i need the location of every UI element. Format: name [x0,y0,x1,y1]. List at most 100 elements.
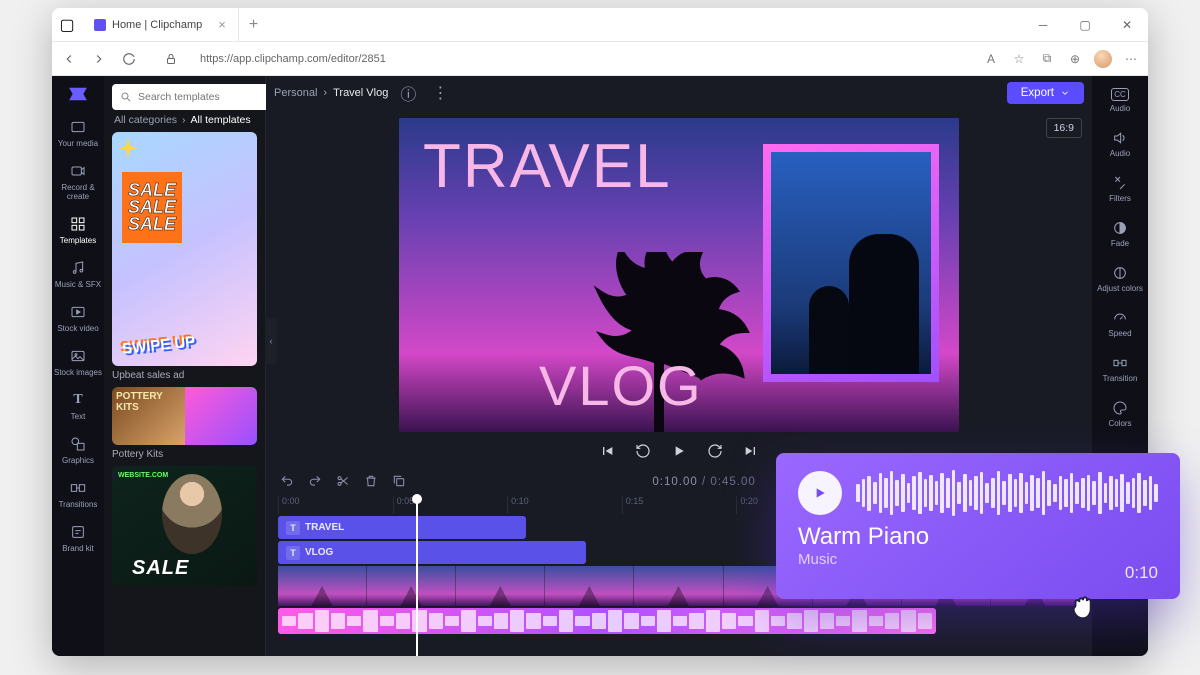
tab-close-icon[interactable]: × [218,17,226,32]
favicon-icon [94,19,106,31]
window-controls: ─ ▢ ✕ [1022,8,1148,42]
search-icon [120,91,132,103]
rail-music[interactable]: Music & SFX [52,253,104,295]
text-clip-travel[interactable]: TTRAVEL [278,516,526,539]
rail-brand-kit[interactable]: Brand kit [52,517,104,559]
music-title: Warm Piano [798,525,1158,549]
undo-button[interactable] [280,474,294,488]
search-templates[interactable] [112,84,281,110]
lock-icon [162,50,180,68]
maximize-button[interactable]: ▢ [1064,8,1106,42]
preview-canvas[interactable]: TRAVEL VLOG [399,118,959,432]
colors-icon [1112,400,1128,416]
collapse-panel-button[interactable]: ‹ [265,318,277,364]
profile-avatar[interactable] [1094,50,1112,68]
forward-button[interactable] [706,442,724,460]
rail-transitions[interactable]: Transitions [52,473,104,515]
text-clip-vlog[interactable]: TVLOG [278,541,586,564]
refresh-button[interactable] [120,50,138,68]
tab-title: Home | Clipchamp [112,19,202,31]
rail-graphics[interactable]: Graphics [52,429,104,471]
project-more-icon[interactable]: ⋮ [428,79,452,107]
new-tab-button[interactable]: + [239,16,268,34]
split-button[interactable] [336,474,350,488]
rail-stock-images[interactable]: Stock images [52,341,104,383]
audio-track[interactable] [278,608,936,634]
rail-audio[interactable]: Audio [1092,124,1148,164]
playback-controls [598,432,760,466]
rail-filters[interactable]: Filters [1092,169,1148,209]
sparkle-icon [118,138,138,158]
canvas-title-1: TRAVEL [423,136,672,198]
minimize-button[interactable]: ─ [1022,8,1064,42]
rail-templates[interactable]: Templates [52,209,104,251]
preview-area: TRAVEL VLOG [266,110,1092,466]
rail-colors[interactable]: Colors [1092,394,1148,434]
template-card-sales[interactable]: SALESALESALE SWIPE UP Upbeat sales ad [112,132,257,381]
more-menu-icon[interactable]: ⋯ [1122,50,1140,68]
rail-speed[interactable]: Speed [1092,304,1148,344]
read-aloud-icon[interactable]: A [982,50,1000,68]
rail-record[interactable]: Record & create [52,156,104,207]
canvas-inset-photo [763,144,939,382]
browser-address-bar: https://app.clipchamp.com/editor/2851 A … [52,42,1148,76]
favorites-icon[interactable]: ☆ [1010,50,1028,68]
rewind-button[interactable] [634,442,652,460]
search-input[interactable] [138,91,273,103]
time-display: 0:10.00 / 0:45.00 [652,474,755,488]
audio-icon [1112,130,1128,146]
app-logo[interactable] [52,82,104,110]
collections-icon[interactable]: ⧉ [1038,50,1056,68]
template-card-pottery[interactable]: Pottery Kits [112,387,257,460]
stockimages-icon [69,347,87,365]
panel-breadcrumb[interactable]: All categories›All templates [104,114,265,132]
project-breadcrumb[interactable]: Personal›Travel Vlog [274,87,388,99]
rail-fade[interactable]: Fade [1092,214,1148,254]
play-button[interactable] [670,442,688,460]
rail-your-media[interactable]: Your media [52,112,104,154]
template-card-sale[interactable]: WEBSITE.COM SALE [112,466,257,586]
grab-cursor-icon [1066,585,1104,623]
adjust-icon [1112,265,1128,281]
filters-icon [1112,175,1128,191]
rail-text[interactable]: TText [52,385,104,427]
url-display[interactable]: https://app.clipchamp.com/editor/2851 [192,53,966,65]
redo-button[interactable] [308,474,322,488]
music-clip-card[interactable]: Warm Piano Music 0:10 [776,453,1180,599]
rail-stock-video[interactable]: Stock video [52,297,104,339]
export-button[interactable]: Export [1007,82,1084,104]
music-waveform [856,471,1158,515]
skip-end-button[interactable] [742,442,760,460]
rail-cc[interactable]: CCAudio [1092,82,1148,119]
music-subtitle: Music [798,551,1158,568]
delete-button[interactable] [364,474,378,488]
rail-transition[interactable]: Transition [1092,349,1148,389]
rail-adjust-colors[interactable]: Adjust colors [1092,259,1148,299]
media-icon [69,118,87,136]
back-button[interactable] [60,50,78,68]
project-info-icon[interactable]: ⓘ [396,77,420,109]
duplicate-button[interactable] [392,474,406,488]
browser-titlebar: ▢ Home | Clipchamp × + ─ ▢ ✕ [52,8,1148,42]
text-icon: T [69,391,87,409]
left-rail: Your media Record & create Templates Mus… [52,76,104,656]
tab-overview-icon[interactable]: ▢ [52,15,82,35]
music-play-button[interactable] [798,471,842,515]
editor-topbar: Personal›Travel Vlog ⓘ ⋮ Export [266,76,1092,110]
transitions-icon [69,479,87,497]
templates-panel: All categories›All templates SALESALESAL… [104,76,266,656]
skip-start-button[interactable] [598,442,616,460]
playhead[interactable] [416,496,418,656]
chevron-down-icon [1060,88,1070,98]
canvas-title-2: VLOG [539,358,703,414]
graphics-icon [69,435,87,453]
extensions-icon[interactable]: ⊕ [1066,50,1084,68]
transition-icon [1112,355,1128,371]
templates-icon [69,215,87,233]
forward-button[interactable] [90,50,108,68]
browser-tab[interactable]: Home | Clipchamp × [82,8,239,41]
fade-icon [1112,220,1128,236]
music-duration: 0:10 [1125,563,1158,583]
close-window-button[interactable]: ✕ [1106,8,1148,42]
aspect-ratio-button[interactable]: 16:9 [1046,118,1082,138]
